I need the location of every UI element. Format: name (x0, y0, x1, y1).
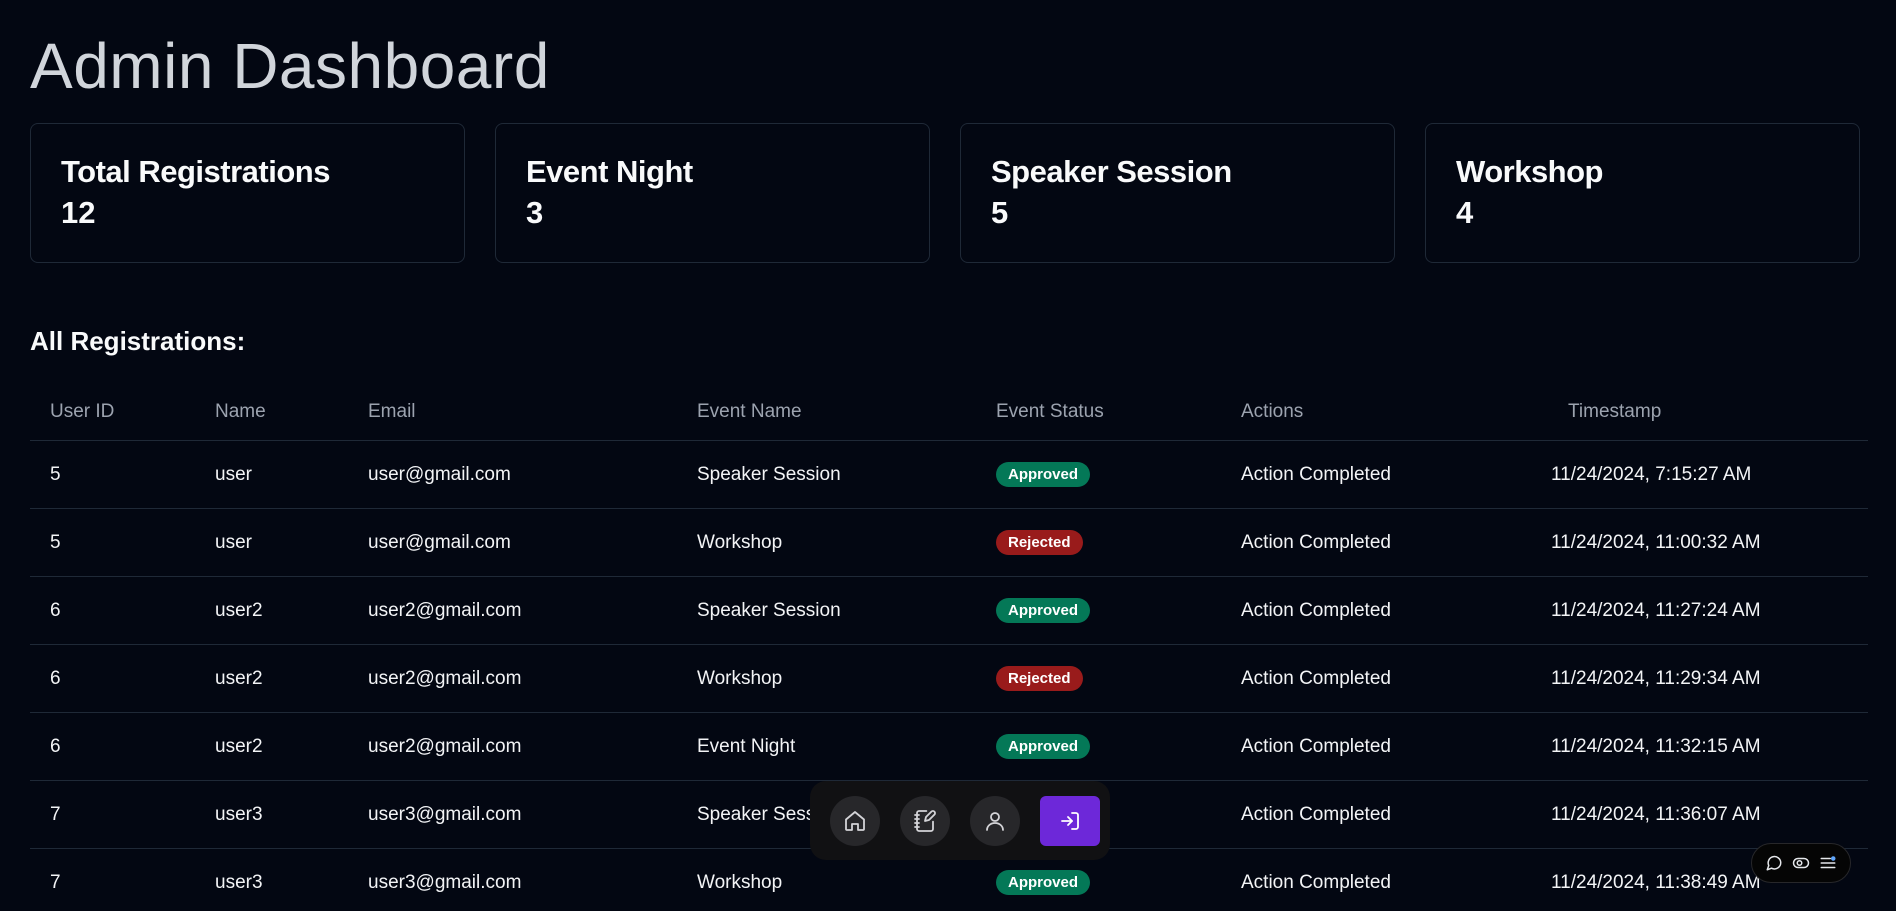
cell-event-name: Speaker Session (677, 440, 976, 509)
column-header-event-status: Event Status (976, 384, 1221, 441)
cell-actions: Action Completed (1221, 440, 1531, 509)
admin-dashboard-page: Admin Dashboard Total Registrations 12 E… (0, 0, 1896, 911)
cell-user-id: 5 (30, 440, 195, 509)
cell-user-id: 6 (30, 712, 195, 781)
cell-event-status: Approved (976, 712, 1221, 781)
cell-event-status: Rejected (976, 508, 1221, 577)
column-header-actions: Actions (1221, 384, 1531, 441)
cell-name: user2 (195, 712, 348, 781)
cell-email: user3@gmail.com (348, 780, 677, 849)
stat-value: 4 (1456, 195, 1474, 230)
status-badge: Approved (996, 598, 1091, 623)
status-badge: Rejected (996, 666, 1083, 691)
cell-name: user3 (195, 780, 348, 849)
notes-button[interactable] (900, 795, 950, 846)
cell-user-id: 7 (30, 848, 195, 911)
profile-button[interactable] (970, 795, 1020, 846)
stat-card-workshop: Workshop 4 (1425, 123, 1860, 263)
cell-event-name: Workshop (677, 644, 976, 713)
section-title: All Registrations: (30, 326, 246, 356)
cell-event-status: Rejected (976, 644, 1221, 713)
column-header-event-name: Event Name (677, 384, 976, 441)
column-header-name: Name (195, 384, 348, 441)
stat-label: Total Registrations (61, 154, 330, 189)
user-icon (986, 811, 1004, 831)
home-button[interactable] (830, 795, 880, 846)
cell-event-status: Approved (976, 440, 1221, 509)
page-title: Admin Dashboard (30, 30, 550, 102)
status-badge: Rejected (996, 530, 1083, 555)
stat-card-speaker-session: Speaker Session 5 (960, 123, 1395, 263)
stat-label: Event Night (526, 154, 693, 189)
cell-email: user2@gmail.com (348, 644, 677, 713)
cell-name: user (195, 440, 348, 509)
cell-name: user (195, 508, 348, 577)
home-icon (845, 810, 865, 831)
cell-event-name: Workshop (677, 508, 976, 577)
stat-value: 5 (991, 195, 1009, 230)
status-badge: Approved (996, 462, 1091, 487)
cell-user-id: 6 (30, 576, 195, 645)
table-row: 6 user2 user2@gmail.com Workshop Rejected Act… (30, 644, 1868, 713)
stat-label: Workshop (1456, 154, 1604, 189)
stat-value: 3 (526, 195, 544, 230)
stat-card-event-night: Event Night 3 (495, 123, 930, 263)
menu-settings-icon[interactable] (1819, 854, 1837, 872)
cell-user-id: 5 (30, 508, 195, 577)
chat-bubble-icon[interactable] (1765, 854, 1783, 872)
cell-email: user2@gmail.com (348, 576, 677, 645)
notebook-pen-icon (914, 809, 936, 832)
cell-name: user2 (195, 644, 348, 713)
cell-name: user2 (195, 576, 348, 645)
status-badge: Approved (996, 734, 1091, 759)
cell-email: user2@gmail.com (348, 712, 677, 781)
cell-event-name: Speaker Session (677, 576, 976, 645)
cell-event-status: Approved (976, 576, 1221, 645)
cell-timestamp: 11/24/2024, 7:15:27 AM (1531, 440, 1868, 509)
status-badge: Approved (996, 870, 1091, 895)
table-row: 5 user user@gmail.com Workshop Rejected Actio… (30, 508, 1868, 577)
cell-email: user@gmail.com (348, 508, 677, 577)
column-header-email: Email (348, 384, 677, 441)
cell-name: user3 (195, 848, 348, 911)
table-row: 5 user user@gmail.com Speaker Session Approv… (30, 440, 1868, 509)
cell-timestamp: 11/24/2024, 11:29:34 AM (1531, 644, 1868, 713)
cell-event-name: Event Night (677, 712, 976, 781)
bottom-dock (810, 781, 1110, 860)
cell-actions: Action Completed (1221, 644, 1531, 713)
stat-value: 12 (61, 195, 96, 230)
stat-label: Speaker Session (991, 154, 1232, 189)
cell-user-id: 6 (30, 644, 195, 713)
cell-actions: Action Completed (1221, 848, 1531, 911)
table-row: 6 user2 user2@gmail.com Speaker Session Appr… (30, 576, 1868, 645)
cell-timestamp: 11/24/2024, 11:00:32 AM (1531, 508, 1868, 577)
cell-actions: Action Completed (1221, 576, 1531, 645)
eye-toggle-icon[interactable] (1792, 854, 1810, 872)
cell-timestamp: 11/24/2024, 11:32:15 AM (1531, 712, 1868, 781)
cell-timestamp: 11/24/2024, 11:36:07 AM (1531, 780, 1868, 849)
column-header-timestamp: Timestamp (1531, 384, 1868, 441)
cell-actions: Action Completed (1221, 508, 1531, 577)
column-header-user-id: User ID (30, 384, 195, 441)
cell-user-id: 7 (30, 780, 195, 849)
cell-timestamp: 11/24/2024, 11:27:24 AM (1531, 576, 1868, 645)
stat-card-total-registrations: Total Registrations 12 (30, 123, 465, 263)
table-row: 6 user2 user2@gmail.com Event Night Approved… (30, 712, 1868, 781)
table-header-row: User ID Name Email Event Name Event Stat… (30, 384, 1868, 441)
floating-toolbar-widget (1751, 843, 1851, 883)
cell-email: user3@gmail.com (348, 848, 677, 911)
cell-actions: Action Completed (1221, 712, 1531, 781)
cell-email: user@gmail.com (348, 440, 677, 509)
logout-icon (1061, 811, 1079, 830)
stats-row: Total Registrations 12 Event Night 3 Spe… (30, 123, 1860, 263)
logout-button[interactable] (1040, 795, 1100, 846)
cell-actions: Action Completed (1221, 780, 1531, 849)
